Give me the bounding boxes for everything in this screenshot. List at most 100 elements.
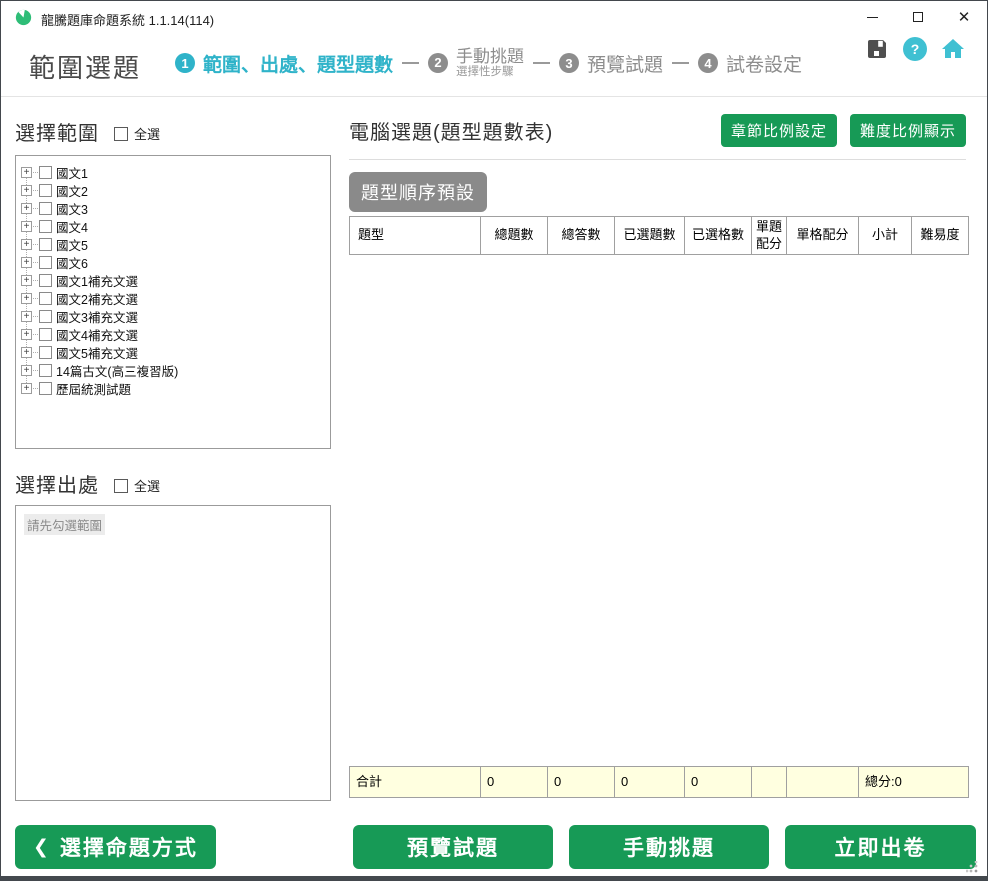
table-header-cell: 已選格數 (685, 217, 752, 255)
tree-item-label: 國文5 (56, 235, 88, 254)
expand-plus-icon[interactable]: + (21, 221, 32, 232)
source-select-all[interactable]: 全選 (114, 476, 160, 495)
question-type-table-header: 題型總題數總答數已選題數已選格數單題配分單格配分小計難易度 (349, 216, 969, 255)
save-icon[interactable] (865, 37, 889, 61)
maximize-button[interactable] (895, 1, 941, 33)
tree-item-checkbox[interactable] (39, 382, 52, 395)
expand-plus-icon[interactable]: + (21, 365, 32, 376)
step-separator (533, 62, 550, 64)
back-to-mode-button[interactable]: ❮ 選擇命題方式 (15, 825, 216, 869)
expand-plus-icon[interactable]: + (21, 329, 32, 340)
step-label: 範圍、出處、題型題數 (203, 50, 393, 77)
tree-item[interactable]: + 國文4補充文選 (21, 325, 326, 343)
step-number-badge: 3 (559, 53, 579, 73)
tree-item-checkbox[interactable] (39, 256, 52, 269)
chapter-ratio-button[interactable]: 章節比例設定 (721, 114, 837, 147)
table-header-cell: 小計 (859, 217, 912, 255)
tree-item-checkbox[interactable] (39, 184, 52, 197)
step-3[interactable]: 3 預覽試題 (559, 50, 663, 77)
tree-dotted-connector (33, 280, 38, 281)
step-number-badge: 2 (428, 53, 448, 73)
tree-item[interactable]: +14篇古文(高三複習版) (21, 361, 326, 379)
minimize-button[interactable] (849, 1, 895, 33)
expand-plus-icon[interactable]: + (21, 293, 32, 304)
expand-plus-icon[interactable]: + (21, 311, 32, 322)
table-footer-cell: 0 (685, 767, 752, 798)
table-header-cell: 難易度 (912, 217, 969, 255)
expand-plus-icon[interactable]: + (21, 383, 32, 394)
range-select-all-checkbox[interactable] (114, 127, 128, 141)
range-select-all[interactable]: 全選 (114, 124, 160, 143)
table-header-cell: 單題配分 (752, 217, 787, 255)
step-label: 預覽試題 (587, 50, 663, 77)
resize-grip[interactable] (966, 861, 978, 873)
generate-paper-button[interactable]: 立即出卷 (785, 825, 976, 869)
range-tree-box: +國文1+國文2+國文3+國文4+國文5+國文6+國文1補充文選+國文2補充文選… (15, 155, 331, 449)
help-icon[interactable]: ? (903, 37, 927, 61)
tree-item-checkbox[interactable] (39, 328, 52, 341)
tree-item[interactable]: +國文2 (21, 181, 326, 199)
step-1[interactable]: 1 範圍、出處、題型題數 (175, 50, 393, 77)
preview-questions-button[interactable]: 預覽試題 (353, 825, 553, 869)
table-footer-row: 合計0000總分:0 (350, 767, 969, 798)
table-header-row: 題型總題數總答數已選題數已選格數單題配分單格配分小計難易度 (350, 217, 969, 255)
table-footer-cell (752, 767, 787, 798)
tree-item[interactable]: +國文6 (21, 253, 326, 271)
tree-item[interactable]: + 國文3 (21, 199, 326, 217)
tree-item[interactable]: + 國文5補充文選 (21, 343, 326, 361)
home-icon[interactable] (941, 37, 965, 61)
step-separator (402, 62, 419, 64)
tree-item[interactable]: +國文4 (21, 217, 326, 235)
tree-item[interactable]: +國文1 (21, 163, 326, 181)
main-divider (349, 159, 966, 160)
tree-item-label: 國文3 (56, 199, 88, 218)
close-button[interactable]: ✕ (941, 1, 987, 33)
tree-item[interactable]: +國文3補充文選 (21, 307, 326, 325)
tree-item-checkbox[interactable] (39, 364, 52, 377)
tree-dotted-connector (33, 352, 38, 353)
expand-plus-icon[interactable]: + (21, 257, 32, 268)
tree-item-checkbox[interactable] (39, 292, 52, 305)
tree-item-label: 國文5補充文選 (56, 343, 138, 362)
tree-item-label: 國文1補充文選 (56, 271, 138, 290)
tree-item-label: 14篇古文(高三複習版) (56, 361, 178, 380)
difficulty-ratio-button[interactable]: 難度比例顯示 (850, 114, 966, 147)
step-label: 手動挑題 (456, 47, 524, 67)
tree-item[interactable]: + 國文1補充文選 (21, 271, 326, 289)
table-header-cell: 已選題數 (615, 217, 685, 255)
tree-item-checkbox[interactable] (39, 238, 52, 251)
type-order-default-button[interactable]: 題型順序預設 (349, 172, 487, 212)
expand-plus-icon[interactable]: + (21, 347, 32, 358)
tree-item-checkbox[interactable] (39, 166, 52, 179)
step-4[interactable]: 4試卷設定 (698, 50, 802, 77)
tree-item-label: 國文2補充文選 (56, 289, 138, 308)
tree-item-checkbox[interactable] (39, 346, 52, 359)
range-tree: +國文1+國文2+國文3+國文4+國文5+國文6+國文1補充文選+國文2補充文選… (21, 163, 326, 397)
tree-item[interactable]: +歷屆統測試題 (21, 379, 326, 397)
tree-item-checkbox[interactable] (39, 274, 52, 287)
table-footer-cell: 0 (481, 767, 548, 798)
stepper: 1 範圍、出處、題型題數 2 手動挑題選擇性步驟 3 預覽試題 4試卷設定 (175, 41, 802, 85)
manual-pick-button[interactable]: 手動挑題 (569, 825, 769, 869)
expand-plus-icon[interactable]: + (21, 203, 32, 214)
tree-dotted-connector (33, 370, 38, 371)
expand-plus-icon[interactable]: + (21, 275, 32, 286)
step-sublabel: 選擇性步驟 (456, 66, 524, 79)
step-number-badge: 1 (175, 53, 195, 73)
step-2[interactable]: 2 手動挑題選擇性步驟 (428, 47, 524, 80)
source-select-all-checkbox[interactable] (114, 479, 128, 493)
tree-dotted-connector (33, 244, 38, 245)
source-empty-hint: 請先勾選範圍 (24, 514, 105, 535)
expand-plus-icon[interactable]: + (21, 185, 32, 196)
tree-item[interactable]: + 國文2補充文選 (21, 289, 326, 307)
tree-item-checkbox[interactable] (39, 310, 52, 323)
tree-item[interactable]: + 國文5 (21, 235, 326, 253)
tree-item-label: 國文4補充文選 (56, 325, 138, 344)
expand-plus-icon[interactable]: + (21, 167, 32, 178)
expand-plus-icon[interactable]: + (21, 239, 32, 250)
page-title: 範圍選題 (29, 48, 141, 85)
app-logo-icon (15, 9, 32, 26)
tree-item-checkbox[interactable] (39, 220, 52, 233)
tree-item-checkbox[interactable] (39, 202, 52, 215)
step-separator (672, 62, 689, 64)
